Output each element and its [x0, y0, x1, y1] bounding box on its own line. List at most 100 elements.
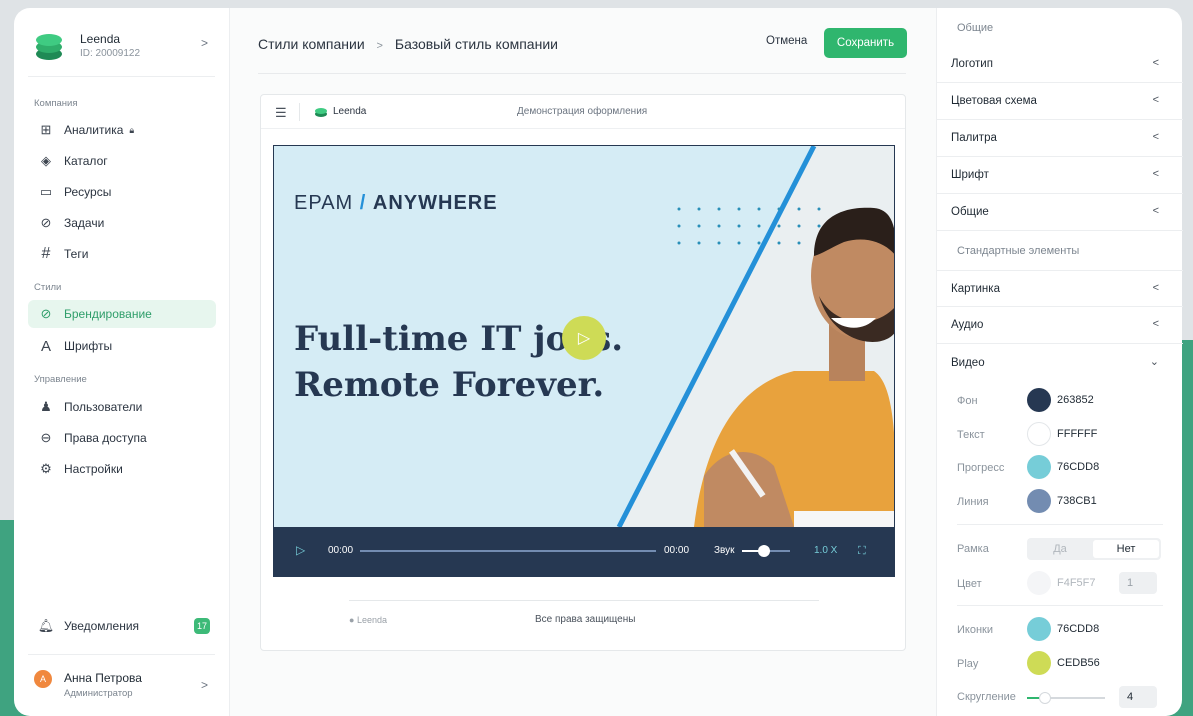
- sidebar-item-analytics[interactable]: ⊞ Аналитика 🔒︎: [28, 116, 216, 144]
- prop-label-frame: Рамка: [957, 543, 989, 555]
- color-swatch-bg[interactable]: [1027, 388, 1051, 412]
- volume-track[interactable]: [742, 545, 790, 557]
- brand-name: Leenda: [80, 32, 121, 46]
- avatar: А: [34, 670, 52, 688]
- play-icon[interactable]: ▷: [562, 316, 606, 360]
- main-content: Стили компании > Базовый стиль компании …: [230, 8, 936, 716]
- preview-brand: Leenda: [333, 106, 367, 117]
- sidebar-item-resources[interactable]: ▭ Ресурсы: [28, 178, 216, 206]
- gear-icon: ⚙: [40, 461, 52, 476]
- prop-label-icons: Иконки: [957, 624, 993, 636]
- sidebar-item-label: Ресурсы: [64, 185, 112, 199]
- chevron-left-icon: <: [1152, 94, 1159, 106]
- footer-logo-icon: ●: [349, 615, 355, 625]
- divider: [349, 600, 819, 601]
- sidebar-item-label: Задачи: [64, 216, 105, 230]
- video-brand-text: EPAM / ANYWHERE: [294, 192, 498, 214]
- brush-icon: ⊘: [40, 306, 52, 321]
- brand-id: ID: 20009122: [80, 48, 141, 59]
- accordion-video[interactable]: Видео ⌄: [937, 344, 1183, 381]
- frame-yes-option[interactable]: Да: [1027, 538, 1093, 560]
- save-button[interactable]: Сохранить: [824, 28, 907, 58]
- preview-title: Демонстрация оформления: [517, 106, 648, 117]
- user-menu[interactable]: А Анна Петрова Администратор >: [34, 668, 214, 708]
- sidebar-item-label: Брендирование: [64, 307, 152, 321]
- fullscreen-icon[interactable]: ⛶: [858, 545, 866, 558]
- sidebar: Leenda ID: 20009122 > Компания ⊞ Аналити…: [14, 8, 230, 716]
- company-switcher[interactable]: Leenda ID: 20009122 >: [34, 26, 214, 66]
- hex-line[interactable]: 738CB1: [1057, 495, 1097, 507]
- prop-label-progress: Прогресс: [957, 462, 1005, 474]
- color-swatch-icons[interactable]: [1027, 617, 1051, 641]
- accordion-palette[interactable]: Палитра <: [937, 120, 1183, 157]
- chevron-left-icon: <: [1152, 168, 1159, 180]
- color-swatch-line[interactable]: [1027, 489, 1051, 513]
- brand-logo-icon: [36, 34, 62, 60]
- sidebar-item-label: Каталог: [64, 154, 108, 168]
- prop-label-line: Линия: [957, 496, 989, 508]
- accordion-logo[interactable]: Логотип <: [937, 46, 1183, 83]
- sidebar-item-label: Пользователи: [64, 400, 143, 414]
- group-label-general: Общие: [957, 22, 994, 34]
- section-label-company: Компания: [34, 98, 78, 109]
- hex-frame[interactable]: F4F5F7: [1057, 577, 1096, 589]
- sidebar-item-tags[interactable]: # Теги: [28, 240, 216, 268]
- hex-play[interactable]: CEDB56: [1057, 657, 1100, 669]
- breadcrumb-item[interactable]: Стили компании: [258, 36, 365, 52]
- accordion-image[interactable]: Картинка <: [937, 270, 1183, 307]
- users-icon: ♟: [40, 399, 52, 414]
- frame-no-option[interactable]: Нет: [1093, 540, 1159, 558]
- volume-handle[interactable]: [758, 545, 770, 557]
- color-swatch-text[interactable]: [1027, 422, 1051, 446]
- sidebar-item-label: Аналитика: [64, 123, 124, 137]
- sidebar-item-tasks[interactable]: ⊘ Задачи: [28, 209, 216, 237]
- chevron-left-icon: <: [1152, 282, 1159, 294]
- user-name: Анна Петрова: [64, 671, 142, 685]
- style-preview: ☰ Leenda Демонстрация оформления EPAM / …: [260, 94, 906, 651]
- sidebar-item-fonts[interactable]: A Шрифты: [28, 332, 216, 360]
- user-role: Администратор: [64, 688, 133, 699]
- prop-label-text: Текст: [957, 429, 985, 441]
- brand-logo-icon: [315, 108, 327, 117]
- radius-slider-handle[interactable]: [1039, 692, 1051, 704]
- menu-icon[interactable]: ☰: [275, 105, 287, 121]
- divider: [957, 524, 1163, 525]
- notifications-badge: 17: [194, 618, 210, 634]
- radius-slider[interactable]: [1027, 692, 1105, 704]
- progress-track[interactable]: [360, 550, 656, 552]
- sidebar-item-access[interactable]: ⊖ Права доступа: [28, 424, 216, 452]
- color-swatch-play[interactable]: [1027, 651, 1051, 675]
- cancel-button[interactable]: Отмена: [766, 35, 807, 47]
- radius-input[interactable]: 4: [1119, 686, 1157, 708]
- sidebar-item-label: Уведомления: [64, 619, 140, 633]
- sidebar-item-catalog[interactable]: ◈ Каталог: [28, 147, 216, 175]
- chevron-left-icon: <: [1152, 318, 1159, 330]
- speed-label[interactable]: 1.0 X: [814, 545, 837, 556]
- video-frame[interactable]: EPAM / ANYWHERE Full-time IT jobs. Remot…: [274, 146, 894, 527]
- sidebar-item-branding[interactable]: ⊘ Брендирование: [28, 300, 216, 328]
- hex-progress[interactable]: 76CDD8: [1057, 461, 1099, 473]
- frame-width-input[interactable]: 1: [1119, 572, 1157, 594]
- section-label-styles: Стили: [34, 282, 62, 293]
- sidebar-item-label: Теги: [64, 247, 89, 261]
- hex-text[interactable]: FFFFFF: [1057, 428, 1097, 440]
- group-label-standard: Стандартные элементы: [957, 245, 1080, 257]
- hex-icons[interactable]: 76CDD8: [1057, 623, 1099, 635]
- accordion-font[interactable]: Шрифт <: [937, 157, 1183, 194]
- color-swatch-frame[interactable]: [1027, 571, 1051, 595]
- chevron-down-icon: ⌄: [1149, 356, 1159, 368]
- sidebar-item-notifications[interactable]: 🔔︎ Уведомления 17: [28, 612, 216, 640]
- access-icon: ⊖: [40, 430, 52, 445]
- sidebar-item-users[interactable]: ♟ Пользователи: [28, 393, 216, 421]
- play-control-icon[interactable]: ▷: [296, 543, 305, 557]
- hex-bg[interactable]: 263852: [1057, 394, 1094, 406]
- sound-label: Звук: [714, 545, 735, 556]
- hash-icon: #: [41, 245, 51, 262]
- accordion-general[interactable]: Общие <: [937, 194, 1183, 231]
- sidebar-item-label: Права доступа: [64, 431, 147, 445]
- sidebar-item-settings[interactable]: ⚙ Настройки: [28, 455, 216, 483]
- accordion-color-scheme[interactable]: Цветовая схема <: [937, 83, 1183, 120]
- accordion-audio[interactable]: Аудио <: [937, 307, 1183, 344]
- lock-icon: 🔒︎: [129, 124, 135, 135]
- color-swatch-progress[interactable]: [1027, 455, 1051, 479]
